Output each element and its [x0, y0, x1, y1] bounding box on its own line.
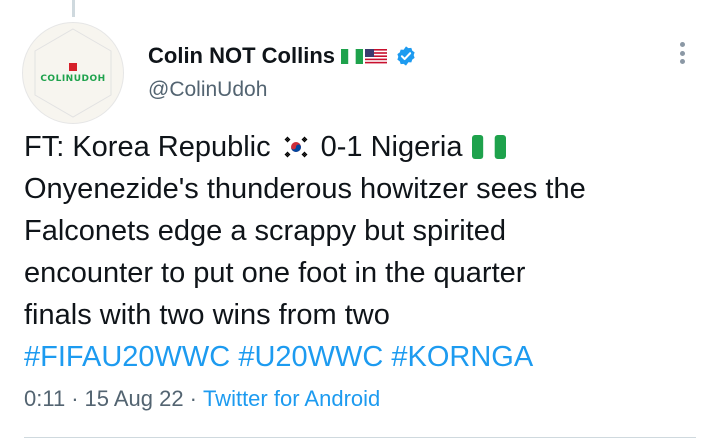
nigeria-flag-icon: [341, 48, 363, 64]
nigeria-flag-emoji-icon: [472, 135, 507, 159]
meta-separator: ·: [189, 386, 197, 411]
name-flags: [341, 48, 387, 64]
tweet-time[interactable]: 0:11: [24, 386, 65, 412]
avatar-logo-text: COLINUDOH: [40, 74, 106, 84]
tweet-line-4: encounter to put one foot in the quarter: [24, 257, 526, 289]
verified-badge-icon: [397, 46, 415, 66]
author-name-row: Colin NOT Collins: [148, 41, 417, 71]
korea-flag-icon: [280, 135, 311, 159]
display-name[interactable]: Colin NOT Collins: [148, 43, 335, 69]
more-options-icon[interactable]: [672, 38, 692, 68]
tweet-line-5: finals with two wins from two: [24, 299, 390, 331]
avatar-hexagon-frame: [34, 28, 112, 118]
tweet-line-2: Onyenezide's thunderous howitzer sees th…: [24, 173, 586, 205]
hashtag-link[interactable]: #FIFAU20WWC: [24, 336, 230, 378]
usa-flag-icon: [365, 48, 387, 64]
avatar-logo-mark: [69, 63, 77, 71]
tweet-line-3: Falconets edge a scrappy but spirited: [24, 215, 506, 247]
tweet-hashtags: #FIFAU20WWC #U20WWC #KORNGA: [24, 336, 704, 378]
divider: [24, 437, 696, 438]
tweet-line-1: FT: Korea Republic 0-1 Nigeria: [24, 126, 704, 168]
author-handle[interactable]: @ColinUdoh: [148, 78, 267, 102]
avatar[interactable]: COLINUDOH: [22, 22, 124, 124]
thread-connector-line: [72, 0, 75, 17]
tweet-date[interactable]: 15 Aug 22: [85, 386, 184, 412]
tweet-meta: 0:11 · 15 Aug 22 · Twitter for Android: [24, 386, 380, 412]
tweet-line-1-prefix: FT: Korea Republic: [24, 131, 271, 163]
tweet-text: FT: Korea Republic 0-1 Nigeria Onyenezid…: [24, 126, 704, 378]
hashtag-link[interactable]: #U20WWC: [238, 336, 383, 378]
tweet-line-1-score: 0-1 Nigeria: [320, 131, 463, 163]
meta-separator: ·: [71, 386, 79, 411]
hashtag-link[interactable]: #KORNGA: [391, 336, 533, 378]
tweet-source-link[interactable]: Twitter for Android: [203, 386, 380, 412]
